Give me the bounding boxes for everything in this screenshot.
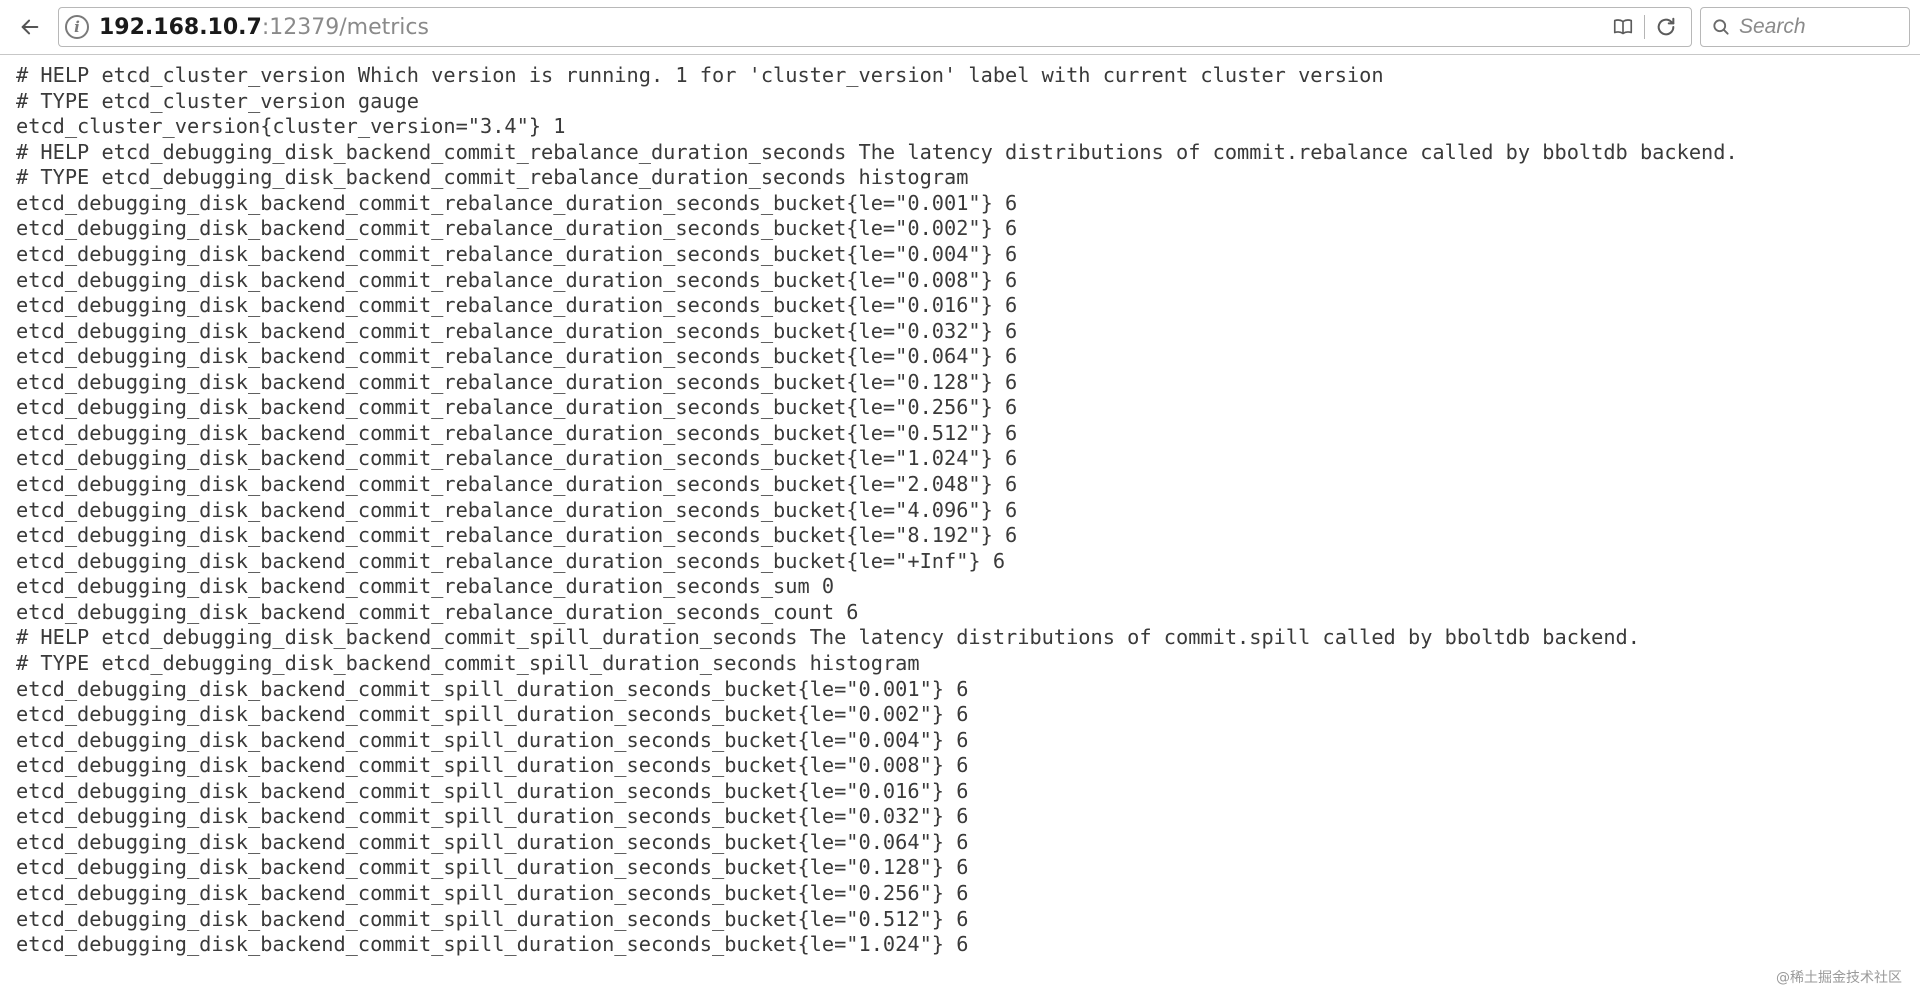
metric-sample-line: etcd_debugging_disk_backend_commit_rebal… <box>16 395 1904 421</box>
metric-sample-line: etcd_debugging_disk_backend_commit_rebal… <box>16 293 1904 319</box>
metric-sample-line: etcd_debugging_disk_backend_commit_spill… <box>16 881 1904 907</box>
metric-sample-line: etcd_debugging_disk_backend_commit_spill… <box>16 907 1904 933</box>
metric-sample-line: etcd_debugging_disk_backend_commit_rebal… <box>16 268 1904 294</box>
search-box[interactable] <box>1700 7 1910 47</box>
metric-sample-line: etcd_debugging_disk_backend_commit_rebal… <box>16 344 1904 370</box>
metric-sample-line: etcd_debugging_disk_backend_commit_rebal… <box>16 574 1904 600</box>
book-open-icon <box>1612 16 1634 38</box>
metric-help-line: # HELP etcd_cluster_version Which versio… <box>16 63 1904 89</box>
metric-sample-line: etcd_debugging_disk_backend_commit_spill… <box>16 728 1904 754</box>
metric-sample-line: etcd_debugging_disk_backend_commit_rebal… <box>16 319 1904 345</box>
reload-icon <box>1655 16 1677 38</box>
metric-sample-line: etcd_debugging_disk_backend_commit_spill… <box>16 830 1904 856</box>
metric-sample-line: etcd_debugging_disk_backend_commit_rebal… <box>16 242 1904 268</box>
site-info-icon[interactable]: i <box>65 15 89 39</box>
metric-type-line: # TYPE etcd_cluster_version gauge <box>16 89 1904 115</box>
metric-sample-line: etcd_debugging_disk_backend_commit_spill… <box>16 753 1904 779</box>
back-button[interactable] <box>10 7 50 47</box>
metric-help-line: # HELP etcd_debugging_disk_backend_commi… <box>16 140 1904 166</box>
url-path: /metrics <box>339 15 429 40</box>
metric-sample-line: etcd_debugging_disk_backend_commit_rebal… <box>16 472 1904 498</box>
metric-help-line: # HELP etcd_debugging_disk_backend_commi… <box>16 625 1904 651</box>
url-text: 192.168.10.7:12379/metrics <box>99 15 429 40</box>
metric-sample-line: etcd_debugging_disk_backend_commit_rebal… <box>16 191 1904 217</box>
toolbar-divider <box>1644 15 1645 39</box>
metric-sample-line: etcd_debugging_disk_backend_commit_spill… <box>16 804 1904 830</box>
metric-sample-line: etcd_debugging_disk_backend_commit_spill… <box>16 855 1904 881</box>
search-icon <box>1711 17 1731 37</box>
metric-sample-line: etcd_debugging_disk_backend_commit_spill… <box>16 702 1904 728</box>
metric-type-line: # TYPE etcd_debugging_disk_backend_commi… <box>16 651 1904 677</box>
metric-sample-line: etcd_debugging_disk_backend_commit_spill… <box>16 677 1904 703</box>
metric-sample-line: etcd_debugging_disk_backend_commit_spill… <box>16 779 1904 805</box>
metric-type-line: # TYPE etcd_debugging_disk_backend_commi… <box>16 165 1904 191</box>
url-host: 192.168.10.7 <box>99 15 262 40</box>
search-input[interactable] <box>1739 15 1899 39</box>
metric-sample-line: etcd_debugging_disk_backend_commit_rebal… <box>16 498 1904 524</box>
metric-sample-line: etcd_debugging_disk_backend_commit_rebal… <box>16 446 1904 472</box>
arrow-left-icon <box>19 16 41 38</box>
metric-sample-line: etcd_debugging_disk_backend_commit_spill… <box>16 932 1904 958</box>
watermark: @稀土掘金技术社区 <box>1776 967 1902 987</box>
url-port: :12379 <box>262 15 339 40</box>
metric-sample-line: etcd_debugging_disk_backend_commit_rebal… <box>16 600 1904 626</box>
metric-sample-line: etcd_debugging_disk_backend_commit_rebal… <box>16 549 1904 575</box>
reader-mode-button[interactable] <box>1608 12 1638 42</box>
metric-sample-line: etcd_debugging_disk_backend_commit_rebal… <box>16 370 1904 396</box>
reload-button[interactable] <box>1651 12 1681 42</box>
browser-toolbar: i 192.168.10.7:12379/metrics <box>0 0 1920 54</box>
url-bar[interactable]: i 192.168.10.7:12379/metrics <box>58 7 1692 47</box>
metric-sample-line: etcd_debugging_disk_backend_commit_rebal… <box>16 523 1904 549</box>
metric-sample-line: etcd_cluster_version{cluster_version="3.… <box>16 114 1904 140</box>
metric-sample-line: etcd_debugging_disk_backend_commit_rebal… <box>16 421 1904 447</box>
metrics-output: # HELP etcd_cluster_version Which versio… <box>0 55 1920 966</box>
metric-sample-line: etcd_debugging_disk_backend_commit_rebal… <box>16 216 1904 242</box>
